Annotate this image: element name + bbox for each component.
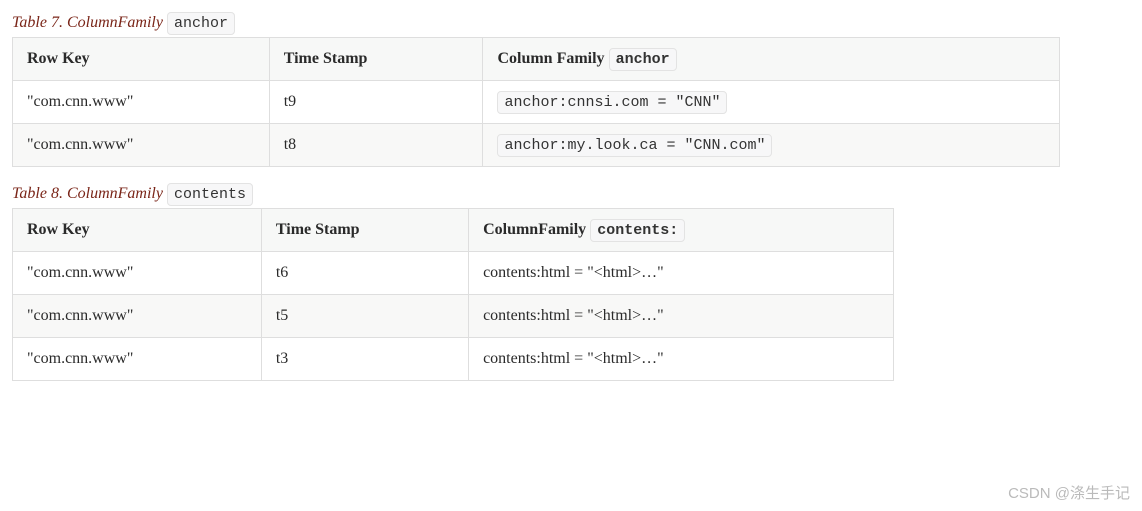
table7-header-columnfamily: Column Family anchor	[483, 38, 1060, 81]
table-row: "com.cnn.www" t9 anchor:cnnsi.com = "CNN…	[13, 81, 1060, 124]
table-row: "com.cnn.www" t8 anchor:my.look.ca = "CN…	[13, 124, 1060, 167]
table7-caption-code: anchor	[167, 12, 235, 35]
table8: Row Key Time Stamp ColumnFamily contents…	[12, 208, 894, 381]
table8-header-columnfamily: ColumnFamily contents:	[469, 209, 894, 252]
table7-header-cf-code: anchor	[609, 48, 677, 71]
table8-header-cf-prefix: ColumnFamily	[483, 221, 590, 238]
cell-timestamp: t6	[261, 252, 468, 295]
cell-rowkey: "com.cnn.www"	[13, 81, 270, 124]
cell-rowkey: "com.cnn.www"	[13, 252, 262, 295]
cell-timestamp: t9	[269, 81, 483, 124]
table8-caption-code: contents	[167, 183, 253, 206]
cell-timestamp: t5	[261, 295, 468, 338]
cf-code: anchor:cnnsi.com = "CNN"	[497, 91, 727, 114]
table8-header-timestamp: Time Stamp	[261, 209, 468, 252]
watermark: CSDN @涤生手记	[1008, 482, 1130, 503]
cell-columnfamily: anchor:my.look.ca = "CNN.com"	[483, 124, 1060, 167]
cell-rowkey: "com.cnn.www"	[13, 338, 262, 381]
table8-caption-prefix: Table 8. ColumnFamily	[12, 185, 167, 202]
table7-header-timestamp: Time Stamp	[269, 38, 483, 81]
cell-columnfamily: contents:html = "<html>…"	[469, 252, 894, 295]
table-row: "com.cnn.www" t6 contents:html = "<html>…	[13, 252, 894, 295]
cf-code: anchor:my.look.ca = "CNN.com"	[497, 134, 772, 157]
cell-timestamp: t3	[261, 338, 468, 381]
table7-header-rowkey: Row Key	[13, 38, 270, 81]
table-row: "com.cnn.www" t5 contents:html = "<html>…	[13, 295, 894, 338]
cell-columnfamily: anchor:cnnsi.com = "CNN"	[483, 81, 1060, 124]
cell-timestamp: t8	[269, 124, 483, 167]
cell-columnfamily: contents:html = "<html>…"	[469, 295, 894, 338]
table7-caption-prefix: Table 7. ColumnFamily	[12, 14, 167, 31]
table7-header-row: Row Key Time Stamp Column Family anchor	[13, 38, 1060, 81]
cell-rowkey: "com.cnn.www"	[13, 124, 270, 167]
table-row: "com.cnn.www" t3 contents:html = "<html>…	[13, 338, 894, 381]
table7-caption: Table 7. ColumnFamily anchor	[12, 14, 1130, 32]
table8-header-cf-code: contents:	[590, 219, 685, 242]
table8-caption: Table 8. ColumnFamily contents	[12, 185, 1130, 203]
table8-header-rowkey: Row Key	[13, 209, 262, 252]
table8-header-row: Row Key Time Stamp ColumnFamily contents…	[13, 209, 894, 252]
table7: Row Key Time Stamp Column Family anchor …	[12, 37, 1060, 167]
cell-rowkey: "com.cnn.www"	[13, 295, 262, 338]
cell-columnfamily: contents:html = "<html>…"	[469, 338, 894, 381]
table7-header-cf-prefix: Column Family	[497, 50, 608, 67]
